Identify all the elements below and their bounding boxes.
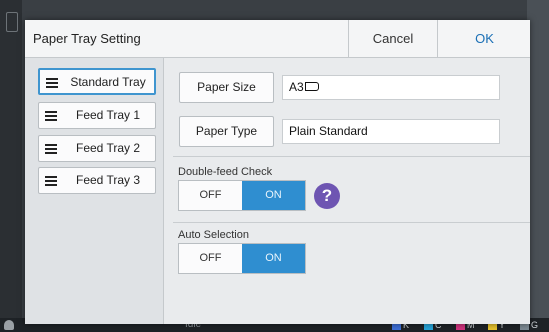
user-icon: [4, 320, 14, 330]
tray-icon: [45, 111, 57, 121]
double-feed-on-option[interactable]: ON: [242, 181, 305, 210]
double-feed-check-label: Double-feed Check: [178, 166, 273, 178]
tray-icon: [46, 78, 58, 88]
paper-type-button[interactable]: Paper Type: [179, 116, 274, 147]
ink-label: G: [531, 320, 539, 330]
tray-item-feed-2[interactable]: Feed Tray 2: [38, 135, 156, 162]
cancel-button[interactable]: Cancel: [348, 20, 437, 57]
tray-item-standard[interactable]: Standard Tray: [38, 68, 156, 95]
paper-type-value: Plain Standard: [282, 119, 500, 144]
background-tab-marker: [6, 12, 18, 32]
auto-selection-on-option[interactable]: ON: [242, 244, 305, 273]
tray-label: Feed Tray 1: [75, 108, 141, 122]
section-divider: [173, 156, 530, 157]
landscape-paper-icon: [304, 82, 319, 92]
paper-tray-setting-dialog: Paper Tray Setting Cancel OK Standard Tr…: [25, 20, 530, 324]
tray-label: Feed Tray 3: [75, 173, 141, 187]
double-feed-toggle: OFF ON: [178, 180, 306, 211]
auto-selection-off-option[interactable]: OFF: [179, 244, 242, 273]
tray-label: Standard Tray: [70, 75, 146, 89]
background-tab-markers: [4, 8, 18, 308]
dialog-title-bar: Paper Tray Setting Cancel OK: [25, 20, 530, 58]
dialog-title: Paper Tray Setting: [33, 31, 141, 46]
double-feed-off-option[interactable]: OFF: [179, 181, 242, 210]
section-divider: [173, 222, 530, 223]
tray-item-feed-3[interactable]: Feed Tray 3: [38, 167, 156, 194]
help-icon[interactable]: ?: [314, 183, 340, 209]
ok-button[interactable]: OK: [437, 20, 531, 57]
tray-icon: [45, 176, 57, 186]
background-left-strip: [0, 0, 22, 332]
tray-item-feed-1[interactable]: Feed Tray 1: [38, 102, 156, 129]
auto-selection-toggle: OFF ON: [178, 243, 306, 274]
tray-list: Standard Tray Feed Tray 1 Feed Tray 2 Fe…: [25, 58, 164, 324]
tray-label: Feed Tray 2: [75, 141, 141, 155]
paper-size-button[interactable]: Paper Size: [179, 72, 274, 103]
auto-selection-label: Auto Selection: [178, 229, 249, 241]
tray-icon: [45, 144, 57, 154]
paper-size-text: A3: [289, 80, 304, 94]
paper-size-value: A3: [282, 75, 500, 100]
